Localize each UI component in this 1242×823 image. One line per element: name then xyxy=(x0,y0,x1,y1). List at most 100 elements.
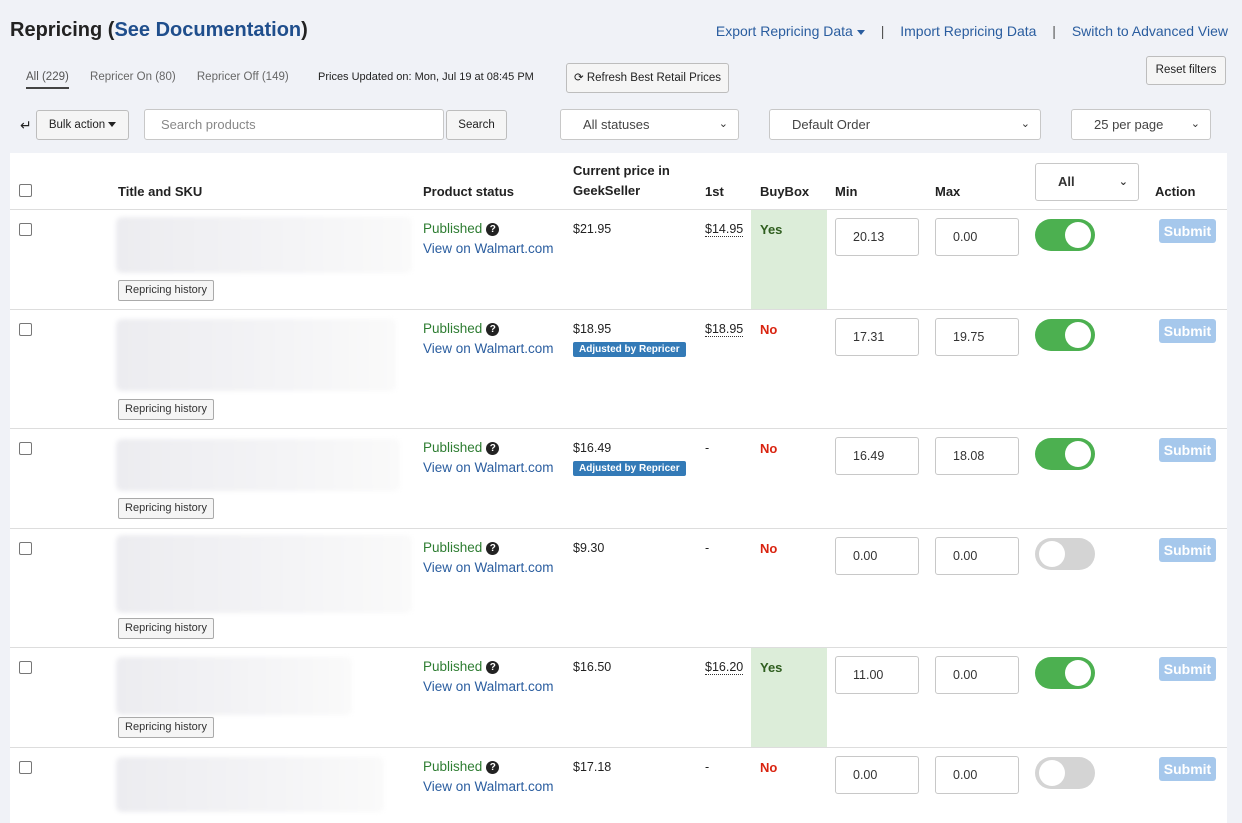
repricer-filter-value: All xyxy=(1058,174,1075,189)
select-all-checkbox[interactable] xyxy=(19,184,32,197)
view-on-walmart-link[interactable]: View on Walmart.com xyxy=(423,241,554,256)
view-on-walmart-link[interactable]: View on Walmart.com xyxy=(423,679,554,694)
product-title-blurred xyxy=(116,657,352,715)
product-title-blurred xyxy=(116,757,384,812)
see-documentation-link[interactable]: See Documentation xyxy=(114,19,301,41)
product-title-blurred xyxy=(116,535,412,613)
bulk-action-button[interactable]: Bulk action xyxy=(36,110,129,140)
min-price-input[interactable]: 11.00 xyxy=(835,656,919,694)
repricing-history-button[interactable]: Repricing history xyxy=(118,280,214,301)
row-checkbox[interactable] xyxy=(19,223,32,236)
toggle-knob xyxy=(1065,322,1091,348)
row-checkbox[interactable] xyxy=(19,542,32,555)
page-title: Repricing (See Documentation) xyxy=(10,19,308,42)
chevron-down-icon: ⌄ xyxy=(1190,118,1200,130)
current-price: $16.50 xyxy=(573,660,612,674)
refresh-prices-button[interactable]: ⟳ Refresh Best Retail Prices xyxy=(566,63,729,93)
table-row: Repricing history Published? View on Wal… xyxy=(10,648,1227,748)
chevron-down-icon: ⌄ xyxy=(1118,176,1128,188)
repricing-history-button[interactable]: Repricing history xyxy=(118,717,214,738)
repricer-toggle[interactable] xyxy=(1035,538,1095,570)
header-buybox: BuyBox xyxy=(760,184,810,199)
repricing-history-button[interactable]: Repricing history xyxy=(118,498,214,519)
search-button[interactable]: Search xyxy=(446,110,507,140)
table-row: Repricing history Published? View on Wal… xyxy=(10,210,1227,310)
filter-tabs: All (229) Repricer On (80) Repricer Off … xyxy=(26,71,307,89)
toggle-knob xyxy=(1065,441,1091,467)
repricing-history-button[interactable]: Repricing history xyxy=(118,399,214,420)
min-price-input[interactable]: 0.00 xyxy=(835,537,919,575)
row-checkbox[interactable] xyxy=(19,661,32,674)
product-status: Published? xyxy=(423,221,500,236)
help-icon[interactable]: ? xyxy=(486,761,500,774)
product-status: Published? xyxy=(423,321,500,336)
export-repricing-data-link[interactable]: Export Repricing Data xyxy=(716,23,865,39)
repricer-toggle[interactable] xyxy=(1035,757,1095,789)
product-status: Published? xyxy=(423,540,500,555)
status-select-value: All statuses xyxy=(583,117,650,132)
repricer-toggle[interactable] xyxy=(1035,438,1095,470)
product-status: Published? xyxy=(423,659,500,674)
row-checkbox[interactable] xyxy=(19,442,32,455)
min-price-input[interactable]: 20.13 xyxy=(835,218,919,256)
submit-button[interactable]: Submit xyxy=(1159,538,1216,562)
submit-button[interactable]: Submit xyxy=(1159,319,1216,343)
help-icon[interactable]: ? xyxy=(486,442,500,455)
toggle-knob xyxy=(1039,760,1065,786)
view-on-walmart-link[interactable]: View on Walmart.com xyxy=(423,341,554,356)
repricer-toggle[interactable] xyxy=(1035,657,1095,689)
max-price-input[interactable]: 18.08 xyxy=(935,437,1019,475)
table-row: Repricing history Published? View on Wal… xyxy=(10,429,1227,529)
view-on-walmart-link[interactable]: View on Walmart.com xyxy=(423,560,554,575)
min-price-input[interactable]: 16.49 xyxy=(835,437,919,475)
submit-button[interactable]: Submit xyxy=(1159,438,1216,462)
help-icon[interactable]: ? xyxy=(486,661,500,674)
header-action: Action xyxy=(1155,184,1196,199)
status-select[interactable]: All statuses ⌄ xyxy=(560,109,739,140)
tab-repricer-off[interactable]: Repricer Off (149) xyxy=(197,71,289,87)
max-price-input[interactable]: 0.00 xyxy=(935,537,1019,575)
reset-filters-button[interactable]: Reset filters xyxy=(1146,56,1226,85)
view-on-walmart-link[interactable]: View on Walmart.com xyxy=(423,460,554,475)
toggle-knob xyxy=(1039,541,1065,567)
min-price-input[interactable]: 0.00 xyxy=(835,756,919,794)
submit-button[interactable]: Submit xyxy=(1159,657,1216,681)
max-price-input[interactable]: 19.75 xyxy=(935,318,1019,356)
order-select-value: Default Order xyxy=(792,117,871,132)
per-page-select[interactable]: 25 per page ⌄ xyxy=(1071,109,1211,140)
repricer-toggle[interactable] xyxy=(1035,319,1095,351)
search-input[interactable]: Search products xyxy=(144,109,444,140)
first-price: $18.95 xyxy=(705,322,744,337)
help-icon[interactable]: ? xyxy=(486,323,500,336)
view-on-walmart-link[interactable]: View on Walmart.com xyxy=(423,779,554,794)
row-checkbox[interactable] xyxy=(19,323,32,336)
switch-advanced-view-link[interactable]: Switch to Advanced View xyxy=(1072,23,1228,39)
table-row: Published? View on Walmart.com $17.18 - … xyxy=(10,748,1227,812)
first-price: - xyxy=(705,541,710,555)
repricer-filter-select[interactable]: All ⌄ xyxy=(1035,163,1139,201)
max-price-input[interactable]: 0.00 xyxy=(935,756,1019,794)
max-price-input[interactable]: 0.00 xyxy=(935,218,1019,256)
max-price-input[interactable]: 0.00 xyxy=(935,656,1019,694)
import-repricing-data-link[interactable]: Import Repricing Data xyxy=(900,23,1036,39)
buybox-status: Yes xyxy=(760,660,783,675)
repricing-history-button[interactable]: Repricing history xyxy=(118,618,214,639)
submit-button[interactable]: Submit xyxy=(1159,757,1216,781)
header-max: Max xyxy=(935,184,961,199)
top-links: Export Repricing Data | Import Repricing… xyxy=(716,23,1228,39)
help-icon[interactable]: ? xyxy=(486,223,500,236)
submit-button[interactable]: Submit xyxy=(1159,219,1216,243)
prices-updated-text: Prices Updated on: Mon, Jul 19 at 08:45 … xyxy=(318,71,534,83)
first-price: $16.20 xyxy=(705,660,744,675)
tab-all[interactable]: All (229) xyxy=(26,71,69,89)
product-status: Published? xyxy=(423,440,500,455)
min-price-input[interactable]: 17.31 xyxy=(835,318,919,356)
toggle-knob xyxy=(1065,222,1091,248)
current-price: $17.18 xyxy=(573,760,612,774)
header-first: 1st xyxy=(705,184,724,199)
help-icon[interactable]: ? xyxy=(486,542,500,555)
tab-repricer-on[interactable]: Repricer On (80) xyxy=(90,71,176,87)
order-select[interactable]: Default Order ⌄ xyxy=(769,109,1041,140)
row-checkbox[interactable] xyxy=(19,761,32,774)
repricer-toggle[interactable] xyxy=(1035,219,1095,251)
